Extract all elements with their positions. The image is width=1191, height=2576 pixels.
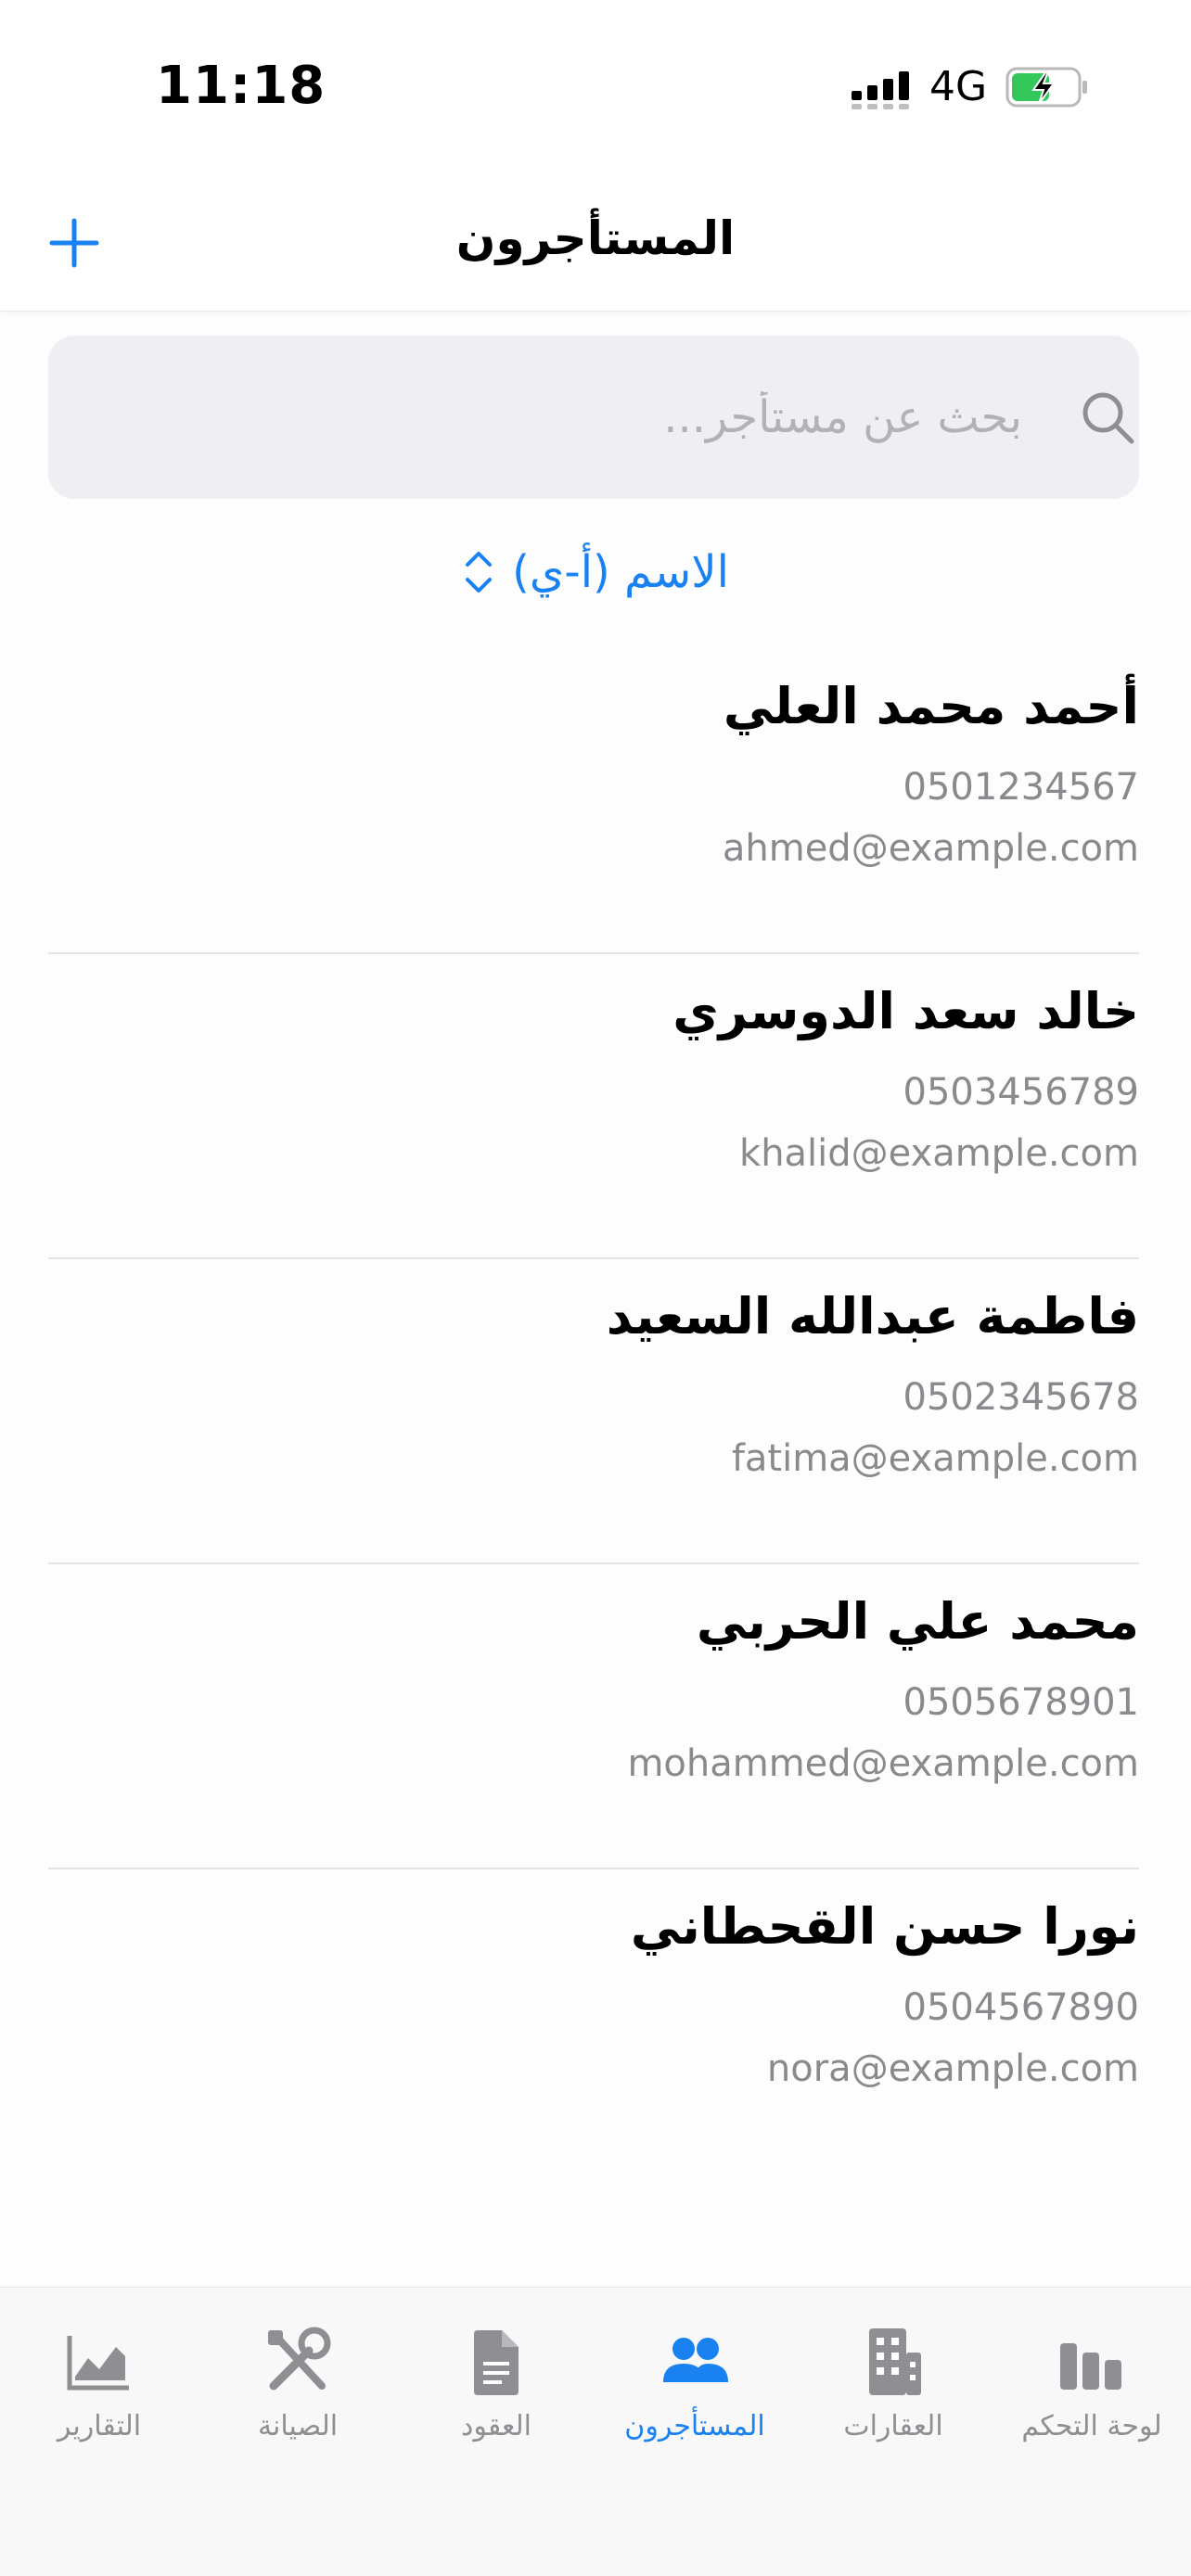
tenant-phone: 0503456789 (903, 1071, 1140, 1114)
people-icon (663, 2338, 728, 2382)
page-title: المستأجرون (455, 211, 736, 265)
tenant-row[interactable]: خالد سعد الدوسري 0503456789 khalid@examp… (48, 954, 1139, 1259)
tab-bar: التقارير الصيانة العقود المستأجرون العقا… (0, 2287, 1191, 2576)
chevron-up-down-icon (466, 552, 493, 593)
tab-label: لوحة التحكم (1021, 2410, 1162, 2442)
search-input[interactable] (95, 373, 1022, 462)
tenant-email: mohammed@example.com (627, 1742, 1139, 1785)
tenant-phone: 0504567890 (903, 1986, 1140, 2029)
tab-label: العقود (461, 2410, 531, 2442)
tab-contracts[interactable]: العقود (397, 2325, 596, 2473)
tenant-name: محمد علي الحربي (696, 1592, 1139, 1651)
search-icon (1082, 392, 1134, 444)
line-chart-icon (67, 2336, 129, 2391)
tenant-name: خالد سعد الدوسري (672, 982, 1139, 1040)
chart-bars-icon (1060, 2343, 1121, 2390)
tenant-email: fatima@example.com (731, 1437, 1139, 1480)
tenant-row[interactable]: فاطمة عبدالله السعيد 0502345678 fatima@e… (48, 1259, 1139, 1564)
nav-header: المستأجرون (0, 176, 1191, 312)
tools-icon (268, 2327, 331, 2391)
cellular-signal-icon (852, 71, 909, 109)
tab-reports[interactable]: التقارير (0, 2325, 198, 2473)
battery-charging-icon (1005, 67, 1087, 108)
building-icon (869, 2328, 921, 2395)
status-time: 11:18 (156, 56, 327, 116)
tenants-screen: 11:18 4G المستأجرون بحث عن مستأجر... الا… (0, 0, 1191, 2576)
sort-selector[interactable]: الاسم (أ-ي) (0, 540, 1191, 605)
tenant-email: ahmed@example.com (722, 827, 1139, 870)
document-icon (474, 2330, 519, 2395)
tenant-phone: 0501234567 (903, 766, 1140, 809)
tenant-list: أحمد محمد العلي 0501234567 ahmed@example… (48, 649, 1139, 2174)
tenant-phone: 0502345678 (903, 1376, 1140, 1419)
tab-label: العقارات (843, 2410, 943, 2442)
network-type: 4G (929, 63, 988, 110)
tab-dashboard[interactable]: لوحة التحكم (992, 2325, 1191, 2473)
tenant-email: nora@example.com (766, 2047, 1139, 2090)
tenant-row[interactable]: نورا حسن القحطاني 0504567890 nora@exampl… (48, 1869, 1139, 2174)
search-bar (48, 336, 1139, 499)
tenant-row[interactable]: أحمد محمد العلي 0501234567 ahmed@example… (48, 649, 1139, 954)
sort-label: الاسم (أ-ي) (512, 546, 729, 598)
tab-label: التقارير (57, 2410, 142, 2442)
tab-properties[interactable]: العقارات (794, 2325, 992, 2473)
tab-label: المستأجرون (624, 2410, 765, 2442)
tenant-email: khalid@example.com (739, 1132, 1139, 1175)
tab-tenants[interactable]: المستأجرون (596, 2325, 794, 2473)
status-bar: 11:18 4G (0, 0, 1191, 176)
tenant-name: فاطمة عبدالله السعيد (606, 1287, 1139, 1345)
tenant-phone: 0505678901 (903, 1681, 1140, 1724)
tenant-name: نورا حسن القحطاني (630, 1897, 1139, 1956)
tenant-name: أحمد محمد العلي (723, 677, 1139, 735)
tenant-row[interactable]: محمد علي الحربي 0505678901 mohammed@exam… (48, 1564, 1139, 1869)
tab-label: الصيانة (257, 2410, 339, 2442)
tab-maintenance[interactable]: الصيانة (198, 2325, 397, 2473)
